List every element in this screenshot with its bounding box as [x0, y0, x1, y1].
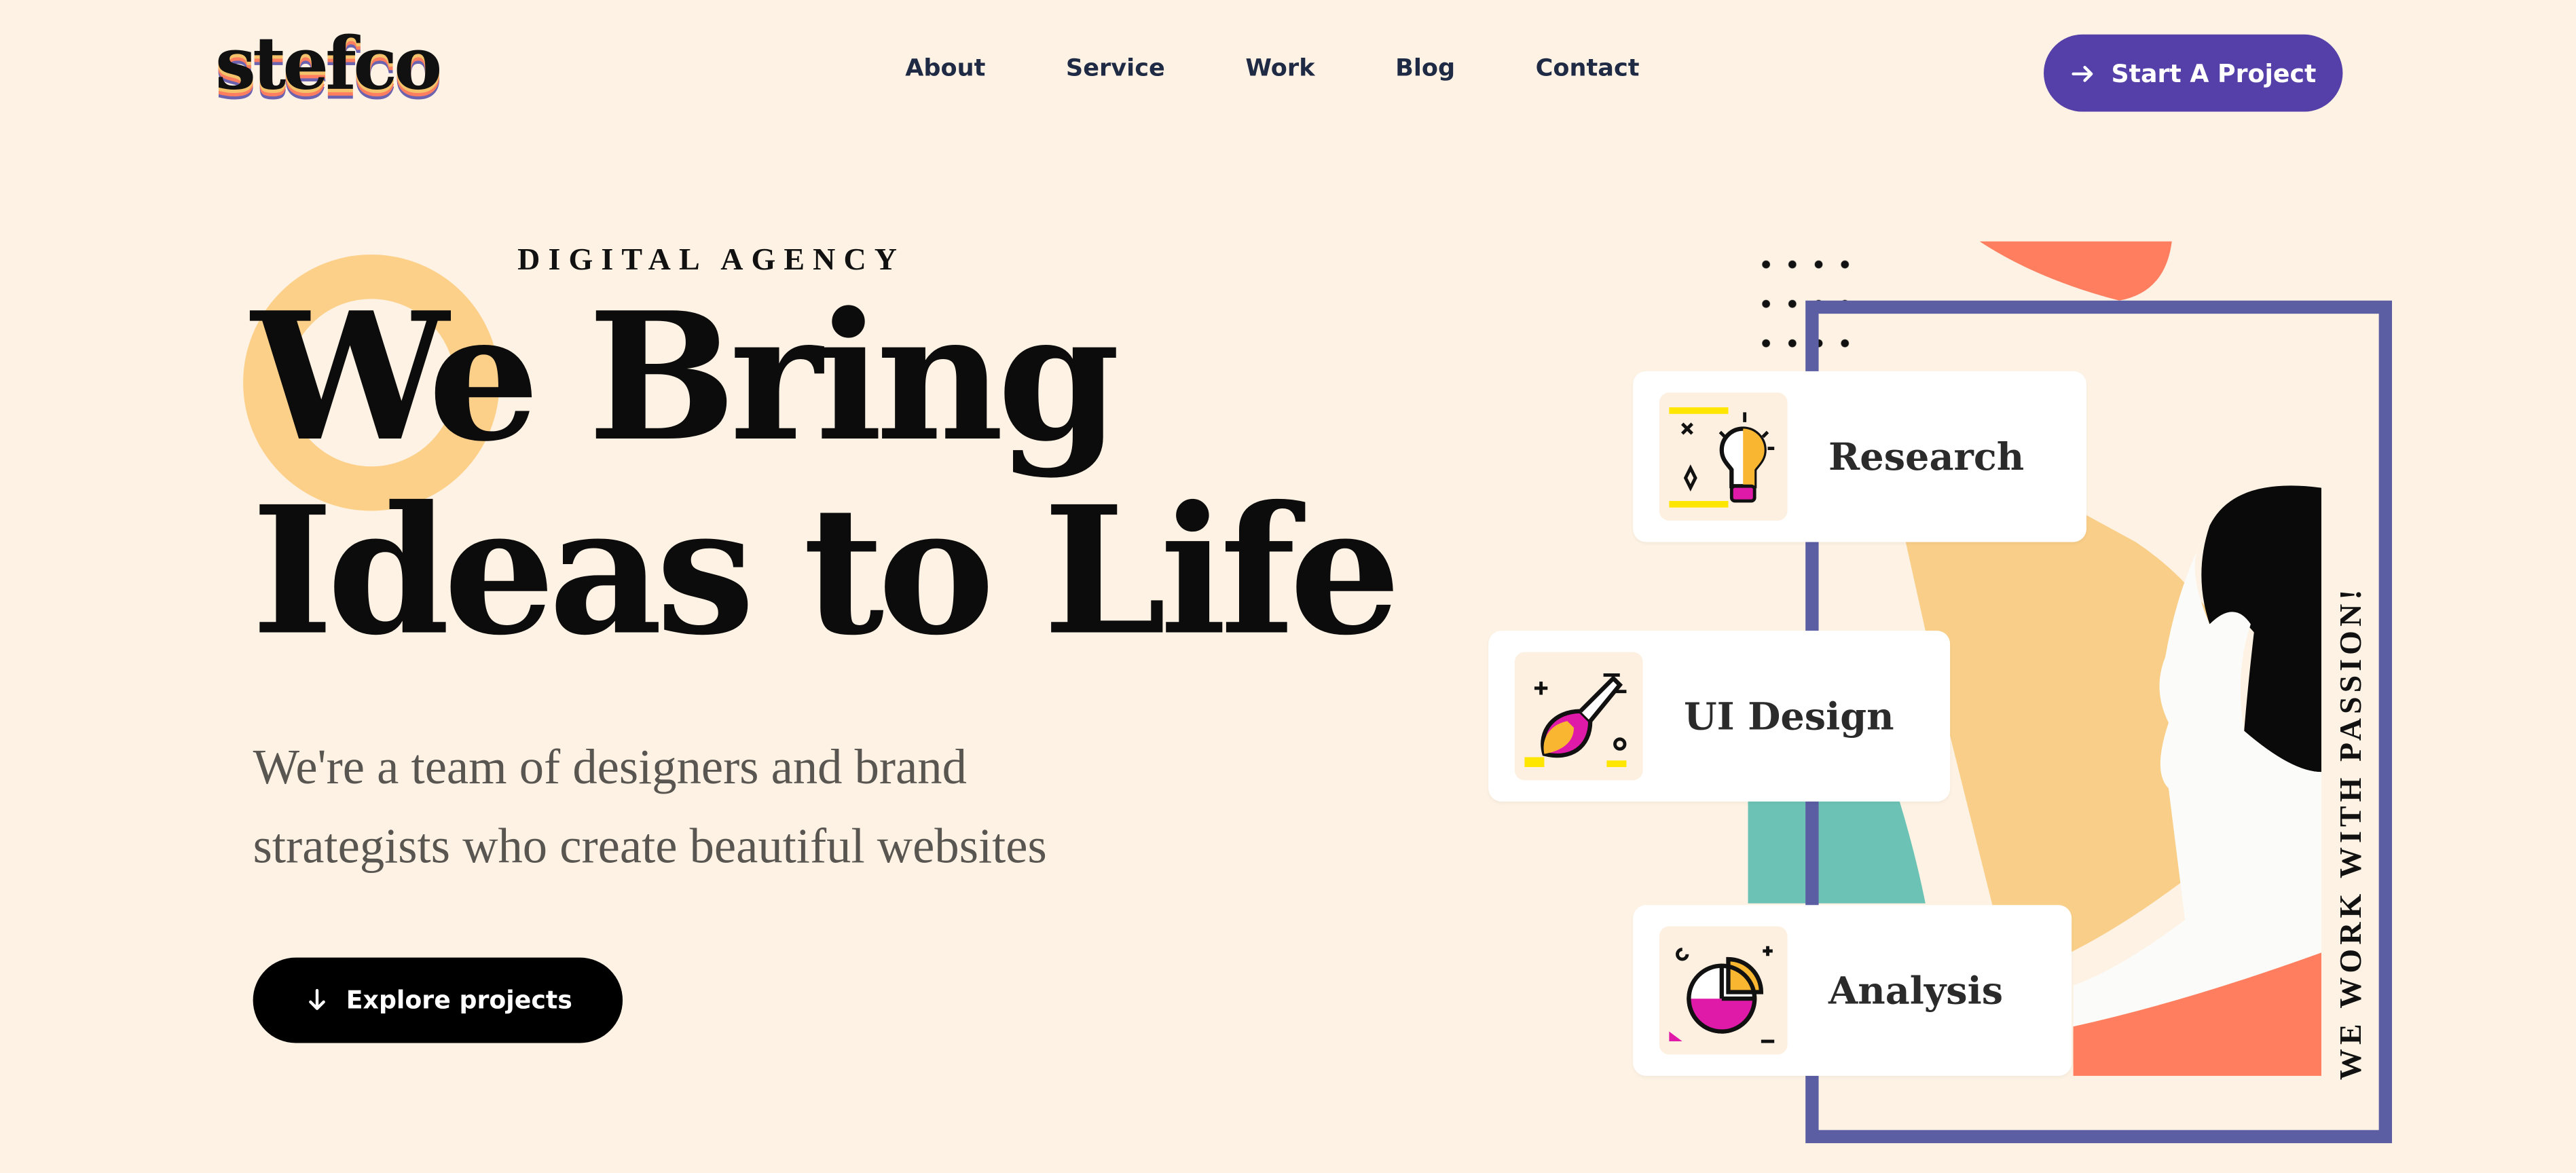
- page: stefco About Service Work Blog Contact S…: [0, 0, 2576, 1173]
- research-label: Research: [1828, 434, 2025, 479]
- analysis-label: Analysis: [1828, 968, 2004, 1013]
- passion-vertical-text: WE WORK WITH PASSION!: [2334, 585, 2370, 1081]
- service-card-research[interactable]: Research: [1633, 371, 2086, 542]
- lightbulb-icon: [1659, 392, 1788, 521]
- pie-chart-icon: [1659, 926, 1788, 1055]
- service-card-ui-design[interactable]: UI Design: [1488, 631, 1951, 802]
- paintbrush-icon: [1514, 652, 1643, 781]
- ui-design-label: UI Design: [1684, 694, 1894, 739]
- service-card-analysis[interactable]: Analysis: [1633, 905, 2072, 1076]
